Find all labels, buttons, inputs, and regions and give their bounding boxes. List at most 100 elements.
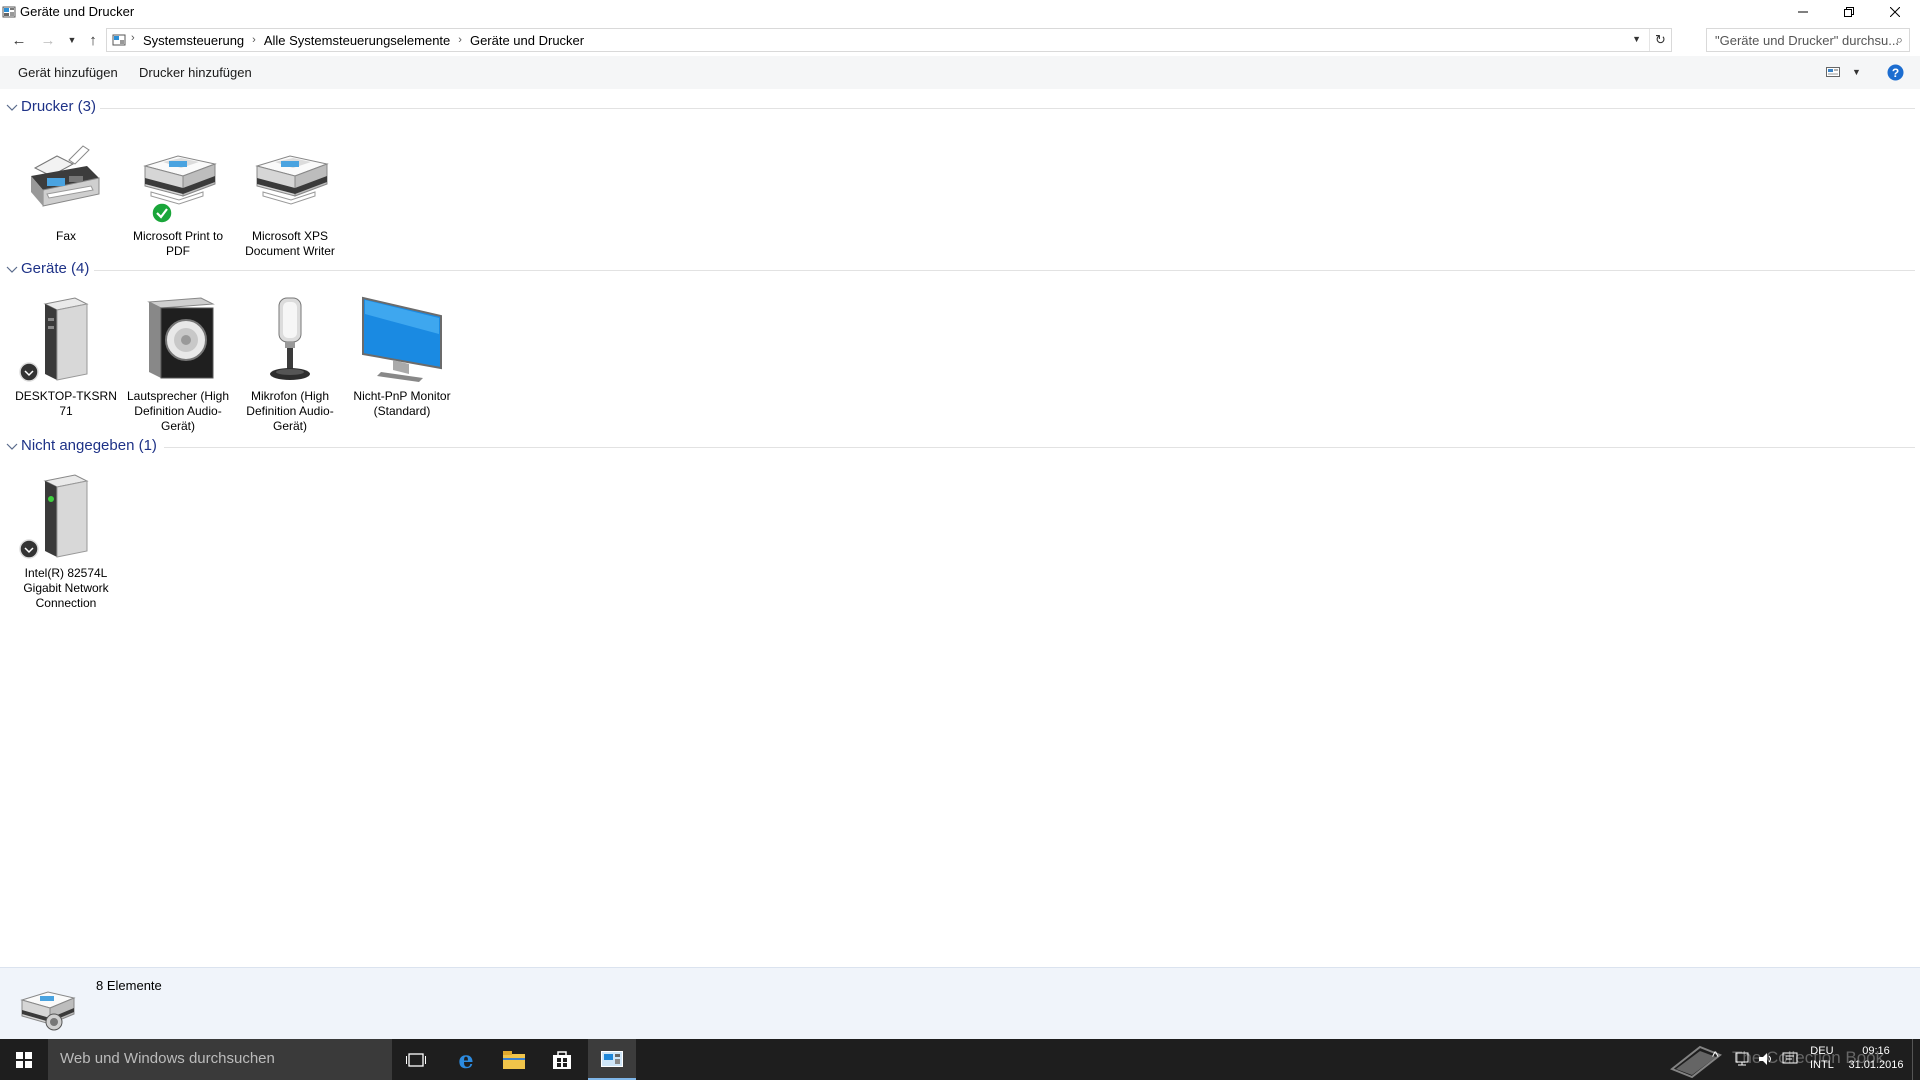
search-placeholder: "Geräte und Drucker" durchsu...	[1715, 33, 1900, 48]
task-view-button[interactable]	[392, 1039, 440, 1080]
group-header[interactable]: Geräte (4)	[0, 260, 1915, 280]
device-item[interactable]: Intel(R) 82574L Gigabit Network Connecti…	[11, 471, 121, 611]
restore-icon	[1844, 7, 1854, 17]
monitor-icon	[362, 296, 442, 382]
volume-icon[interactable]	[1758, 1051, 1774, 1067]
default-checkmark-icon	[151, 202, 173, 224]
device-item[interactable]: Mikrofon (High Definition Audio-Gerät)	[235, 294, 345, 434]
group-divider	[94, 270, 1915, 271]
command-bar: Gerät hinzufügen Drucker hinzufügen ▼ ?	[0, 56, 1920, 89]
taskbar: Web und Windows durchsuchen e The Collec…	[0, 1039, 1920, 1080]
explorer-taskbar-button[interactable]	[490, 1039, 538, 1080]
language-code: DEU	[1810, 1045, 1834, 1057]
action-center-icon[interactable]	[1782, 1051, 1798, 1067]
device-label: DESKTOP-TKSRN 71	[15, 389, 117, 418]
back-button[interactable]: ←	[9, 30, 29, 50]
control-panel-icon	[601, 1050, 623, 1067]
refresh-icon[interactable]: ↻	[1649, 29, 1671, 51]
devices-view: Drucker (3) Fax Microsoft Print to PDF M…	[0, 89, 1920, 967]
task-view-icon	[406, 1052, 426, 1067]
devices-printers-icon	[20, 991, 76, 1031]
breadcrumb-chevron-icon: ›	[131, 32, 135, 44]
group-header[interactable]: Drucker (3)	[0, 98, 1915, 118]
forward-button[interactable]: →	[38, 30, 58, 50]
breadcrumb-item[interactable]: Alle Systemsteuerungselemente	[264, 33, 450, 48]
clock-badge-icon	[19, 362, 39, 382]
group-divider	[164, 447, 1915, 448]
store-taskbar-button[interactable]	[538, 1039, 586, 1080]
group-title: Nicht angegeben (1)	[21, 437, 157, 454]
chevron-down-icon: ▼	[67, 35, 77, 45]
help-icon[interactable]: ?	[1887, 64, 1904, 81]
group-title: Drucker (3)	[21, 98, 97, 115]
breadcrumb-chevron-icon[interactable]: ›	[458, 34, 462, 46]
group-title: Geräte (4)	[21, 260, 90, 277]
clock-date: 31.01.2016	[1848, 1059, 1904, 1071]
device-item[interactable]: Lautsprecher (High Definition Audio-Gerä…	[123, 294, 233, 434]
input-language-indicator[interactable]: DEU INTL	[1810, 1044, 1834, 1072]
show-desktop-button[interactable]	[1912, 1039, 1918, 1080]
device-item[interactable]: Fax	[11, 134, 121, 244]
restore-button[interactable]	[1826, 0, 1872, 24]
search-input[interactable]: "Geräte und Drucker" durchsu... ⌕	[1706, 28, 1910, 52]
taskbar-search-placeholder: Web und Windows durchsuchen	[60, 1050, 275, 1067]
show-hidden-icons-icon[interactable]: ^	[1712, 1048, 1719, 1064]
forward-arrow-icon: →	[40, 31, 56, 49]
up-button[interactable]: ↑	[83, 30, 103, 50]
window-title: Geräte und Drucker	[20, 4, 135, 19]
up-arrow-icon: ↑	[89, 31, 97, 49]
add-printer-button[interactable]: Drucker hinzufügen	[139, 65, 252, 80]
view-options-icon[interactable]	[1826, 67, 1842, 78]
device-label: Lautsprecher (High Definition Audio-Gerä…	[126, 389, 230, 433]
device-label: Nicht-PnP Monitor (Standard)	[353, 389, 451, 418]
folder-icon	[503, 1050, 525, 1069]
breadcrumb-item[interactable]: Systemsteuerung	[143, 33, 244, 48]
view-dropdown-icon[interactable]: ▼	[1852, 67, 1861, 77]
recent-locations-button[interactable]: ▼	[62, 30, 82, 50]
navigation-bar: ← → ▼ ↑ › Systemsteuerung › Alle Systems…	[0, 24, 1920, 56]
address-dropdown-icon[interactable]: ▼	[1632, 34, 1641, 44]
minimize-icon	[1798, 11, 1808, 13]
device-label: Mikrofon (High Definition Audio-Gerät)	[246, 389, 334, 433]
clock-badge-icon	[19, 539, 39, 559]
details-pane: 8 Elemente	[0, 967, 1920, 1039]
control-panel-taskbar-button[interactable]	[588, 1039, 636, 1080]
store-icon	[553, 1050, 571, 1069]
breadcrumb-chevron-icon[interactable]: ›	[252, 34, 256, 46]
device-item[interactable]: DESKTOP-TKSRN 71	[11, 294, 121, 419]
group-divider	[100, 108, 1915, 109]
clock-time: 09:16	[1862, 1045, 1890, 1057]
speaker-icon	[147, 297, 215, 379]
device-label: Intel(R) 82574L Gigabit Network Connecti…	[23, 566, 109, 610]
breadcrumb-item[interactable]: Geräte und Drucker	[470, 33, 584, 48]
search-icon: ⌕	[1895, 32, 1903, 47]
breadcrumb: Systemsteuerung › Alle Systemsteuerungse…	[143, 29, 584, 51]
network-icon[interactable]	[1734, 1051, 1750, 1067]
device-item[interactable]: Microsoft Print to PDF	[123, 134, 233, 259]
edge-taskbar-button[interactable]: e	[442, 1039, 490, 1080]
address-bar[interactable]: › Systemsteuerung › Alle Systemsteuerung…	[106, 28, 1672, 52]
item-count: 8 Elemente	[96, 978, 162, 993]
device-label: Fax	[55, 229, 76, 243]
device-item[interactable]: Nicht-PnP Monitor (Standard)	[347, 294, 457, 419]
control-panel-icon	[112, 34, 126, 46]
title-bar: Geräte und Drucker	[0, 0, 1920, 24]
close-button[interactable]	[1872, 0, 1918, 24]
chevron-down-icon	[6, 104, 18, 111]
clock[interactable]: 09:16 31.01.2016	[1846, 1044, 1906, 1072]
chevron-down-icon	[6, 443, 18, 450]
fax-icon	[31, 145, 100, 207]
device-label: Microsoft Print to PDF	[132, 229, 224, 258]
start-button[interactable]	[0, 1039, 48, 1080]
taskbar-search-input[interactable]: Web und Windows durchsuchen	[48, 1039, 392, 1080]
device-item[interactable]: Microsoft XPS Document Writer	[235, 134, 345, 259]
chevron-down-icon	[6, 266, 18, 273]
control-panel-icon	[2, 6, 16, 18]
device-label: Microsoft XPS Document Writer	[245, 229, 335, 258]
add-device-button[interactable]: Gerät hinzufügen	[18, 65, 118, 80]
minimize-button[interactable]	[1780, 0, 1826, 24]
group-header[interactable]: Nicht angegeben (1)	[0, 437, 1915, 457]
microphone-icon	[270, 297, 310, 380]
back-arrow-icon: ←	[11, 31, 27, 49]
windows-logo-icon	[16, 1051, 32, 1068]
